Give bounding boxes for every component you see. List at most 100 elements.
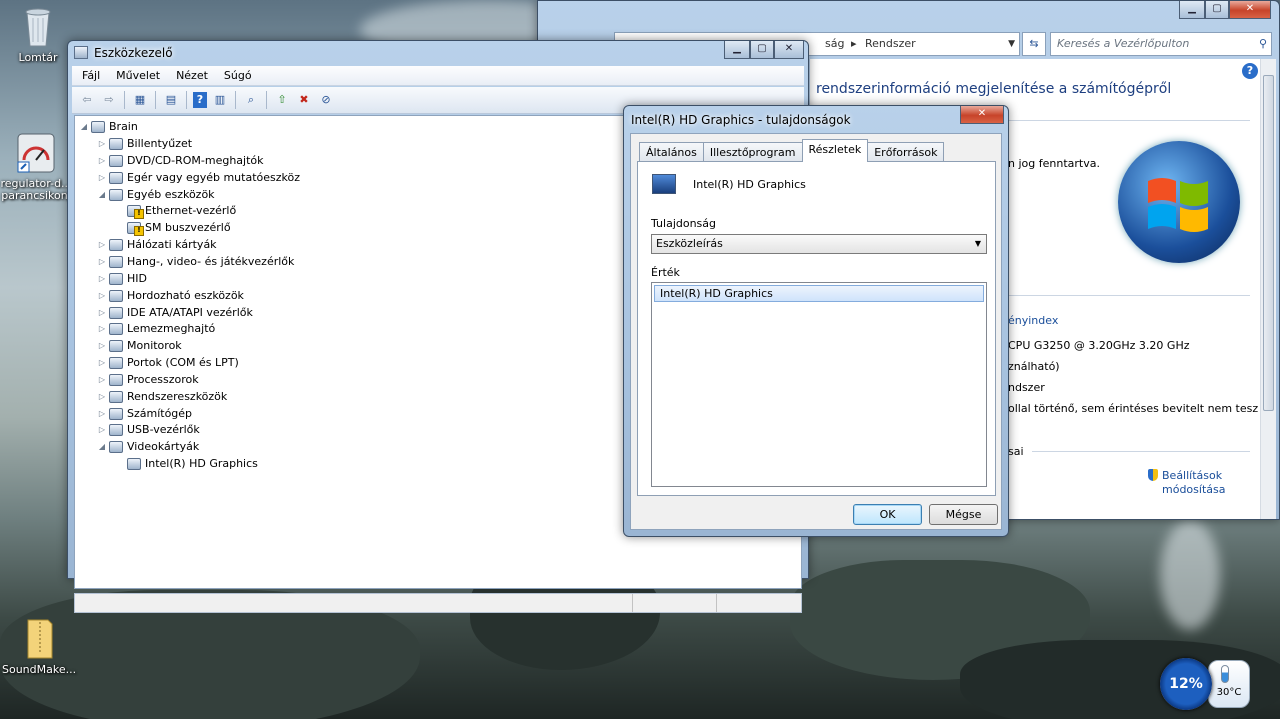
expand-icon[interactable]: ▷ <box>97 305 107 321</box>
expand-icon[interactable]: ▷ <box>97 389 107 405</box>
tree-item[interactable]: ▷ Monitorok <box>97 338 182 354</box>
expand-icon[interactable]: ▷ <box>97 271 107 287</box>
breadcrumb-part: ság <box>825 37 845 50</box>
tree-item[interactable]: ▷ IDE ATA/ATAPI vezérlők <box>97 305 253 321</box>
change-settings-link-2[interactable]: módosítása <box>1162 483 1225 496</box>
close-icon[interactable]: ✕ <box>774 41 804 59</box>
device-category-icon <box>109 323 123 336</box>
value-list[interactable]: Intel(R) HD Graphics <box>651 282 987 487</box>
list-item[interactable]: Intel(R) HD Graphics <box>654 285 984 302</box>
expand-icon[interactable]: ▷ <box>97 136 107 152</box>
expand-icon[interactable]: ▷ <box>97 406 107 422</box>
tree-item[interactable]: ▷ HID <box>97 271 147 287</box>
tree-item[interactable]: ▷ Egér vagy egyéb mutatóeszköz <box>97 170 300 186</box>
recycle-bin-shortcut[interactable]: Lomtár <box>2 6 74 64</box>
expand-icon[interactable]: ▷ <box>97 372 107 388</box>
device-category-icon <box>109 441 123 454</box>
properties-grid-icon[interactable]: ▦ <box>131 92 149 108</box>
scrollbar[interactable] <box>1260 59 1276 519</box>
device-category-icon <box>109 407 123 420</box>
tree-root[interactable]: ◢ Brain <box>79 119 138 135</box>
tree-item[interactable]: ▷ Hang-, video- és játékvezérlők <box>97 254 294 270</box>
tree-item[interactable]: ▷ Rendszereszközök <box>97 389 227 405</box>
expand-icon[interactable]: ▷ <box>97 288 107 304</box>
expand-icon[interactable]: ▷ <box>97 422 107 438</box>
forward-arrow-icon[interactable]: ⇨ <box>100 92 118 108</box>
tree-item-label: Hálózati kártyák <box>127 238 217 252</box>
disable-icon[interactable]: ⊘ <box>317 92 335 108</box>
tree-item[interactable]: Intel(R) HD Graphics <box>115 456 258 472</box>
tree-item[interactable]: SM buszvezérlő <box>115 220 231 237</box>
collapse-icon[interactable]: ◢ <box>79 119 89 135</box>
change-settings-link[interactable]: Beállítások <box>1162 469 1222 482</box>
uninstall-icon[interactable]: ✖ <box>295 92 313 108</box>
rights-text: n jog fenntartva. <box>1008 157 1100 170</box>
cancel-button[interactable]: Mégse <box>929 504 998 525</box>
breadcrumb-current[interactable]: Rendszer <box>865 33 916 55</box>
tree-item[interactable]: ◢ Videokártyák <box>97 439 199 455</box>
refresh-icon[interactable]: ⇆ <box>1022 32 1046 56</box>
menu-help[interactable]: Súgó <box>224 69 252 82</box>
address-dropdown-icon[interactable]: ▼ <box>1008 33 1015 55</box>
maximize-icon[interactable]: ▢ <box>1205 1 1229 19</box>
expand-icon[interactable]: ▷ <box>97 153 107 169</box>
tree-item[interactable]: ▷ Számítógép <box>97 406 192 422</box>
device-category-icon <box>109 272 123 285</box>
expand-icon[interactable]: ▷ <box>97 254 107 270</box>
regulator-shortcut[interactable]: regulator-d... parancsikonj <box>0 108 72 214</box>
property-select[interactable]: Eszközleírás ▼ <box>651 234 987 254</box>
properties-dialog[interactable]: Intel(R) HD Graphics - tulajdonságok ✕ Á… <box>623 105 1009 537</box>
collapse-icon[interactable]: ◢ <box>97 439 107 455</box>
search-icon[interactable]: ⚲ <box>1259 33 1267 55</box>
close-icon[interactable]: ✕ <box>960 106 1004 124</box>
tab-driver[interactable]: Illesztőprogram <box>702 142 803 162</box>
tab-details[interactable]: Részletek <box>801 139 869 162</box>
tree-item[interactable]: ◢ Egyéb eszközök <box>97 187 215 203</box>
update-driver-icon[interactable]: ⇧ <box>273 92 291 108</box>
close-icon[interactable]: ✕ <box>1229 1 1271 19</box>
expand-icon[interactable]: ▷ <box>97 338 107 354</box>
expand-icon[interactable]: ▷ <box>97 170 107 186</box>
menu-view[interactable]: Nézet <box>176 69 208 82</box>
minimize-icon[interactable]: ▁ <box>1179 1 1205 19</box>
tree-item[interactable]: ▷ Lemezmeghajtó <box>97 321 215 337</box>
tree-item[interactable]: ▷ Processzorok <box>97 372 199 388</box>
tree-item-label: USB-vezérlők <box>127 423 200 437</box>
maximize-icon[interactable]: ▢ <box>750 41 774 59</box>
collapse-icon[interactable]: ◢ <box>97 187 107 203</box>
window-title: Eszközkezelő <box>94 46 173 60</box>
scan-hardware-icon[interactable]: ⌕ <box>242 92 260 108</box>
menu-file[interactable]: Fájl <box>82 69 100 82</box>
minimize-icon[interactable]: ▁ <box>724 41 750 59</box>
tree-item-label: Videokártyák <box>127 440 200 454</box>
device-category-icon <box>109 255 123 268</box>
help-icon[interactable]: ? <box>193 92 207 108</box>
view-list-icon[interactable]: ▤ <box>162 92 180 108</box>
chevron-down-icon[interactable]: ▼ <box>975 235 981 253</box>
ok-button[interactable]: OK <box>853 504 922 525</box>
tree-item[interactable]: ▷ DVD/CD-ROM-meghajtók <box>97 153 264 169</box>
menu-action[interactable]: Művelet <box>116 69 160 82</box>
tree-item[interactable]: Ethernet-vezérlő <box>115 203 236 220</box>
back-arrow-icon[interactable]: ⇦ <box>78 92 96 108</box>
tree-item[interactable]: ▷ USB-vezérlők <box>97 422 200 438</box>
search-input[interactable]: Keresés a Vezérlőpulton ⚲ <box>1050 32 1272 56</box>
expand-icon[interactable]: ▷ <box>97 355 107 371</box>
tree-item[interactable]: ▷ Hordozható eszközök <box>97 288 244 304</box>
performance-index-link[interactable]: ényindex <box>1008 314 1058 327</box>
tab-general[interactable]: Általános <box>639 142 704 162</box>
expand-icon[interactable]: ▷ <box>97 237 107 253</box>
view-details-icon[interactable]: ▥ <box>211 92 229 108</box>
expand-icon[interactable]: ▷ <box>97 321 107 337</box>
tree-item[interactable]: ▷ Portok (COM és LPT) <box>97 355 239 371</box>
tab-resources[interactable]: Erőforrások <box>867 142 945 162</box>
system-caption-buttons: ▁ ▢ ✕ <box>1179 1 1271 19</box>
tree-item[interactable]: ▷ Billentyűzet <box>97 136 192 152</box>
menu-bar: Fájl Művelet Nézet Súgó <box>72 66 804 86</box>
cpu-gadget[interactable]: 30°C 12% <box>1156 654 1252 714</box>
tree-item[interactable]: ▷ Hálózati kártyák <box>97 237 217 253</box>
scrollbar-thumb[interactable] <box>1263 75 1274 411</box>
soundmaker-shortcut[interactable]: SoundMake... <box>2 618 76 676</box>
help-icon[interactable]: ? <box>1242 63 1258 79</box>
tree-item-label: Hang-, video- és játékvezérlők <box>127 254 295 268</box>
